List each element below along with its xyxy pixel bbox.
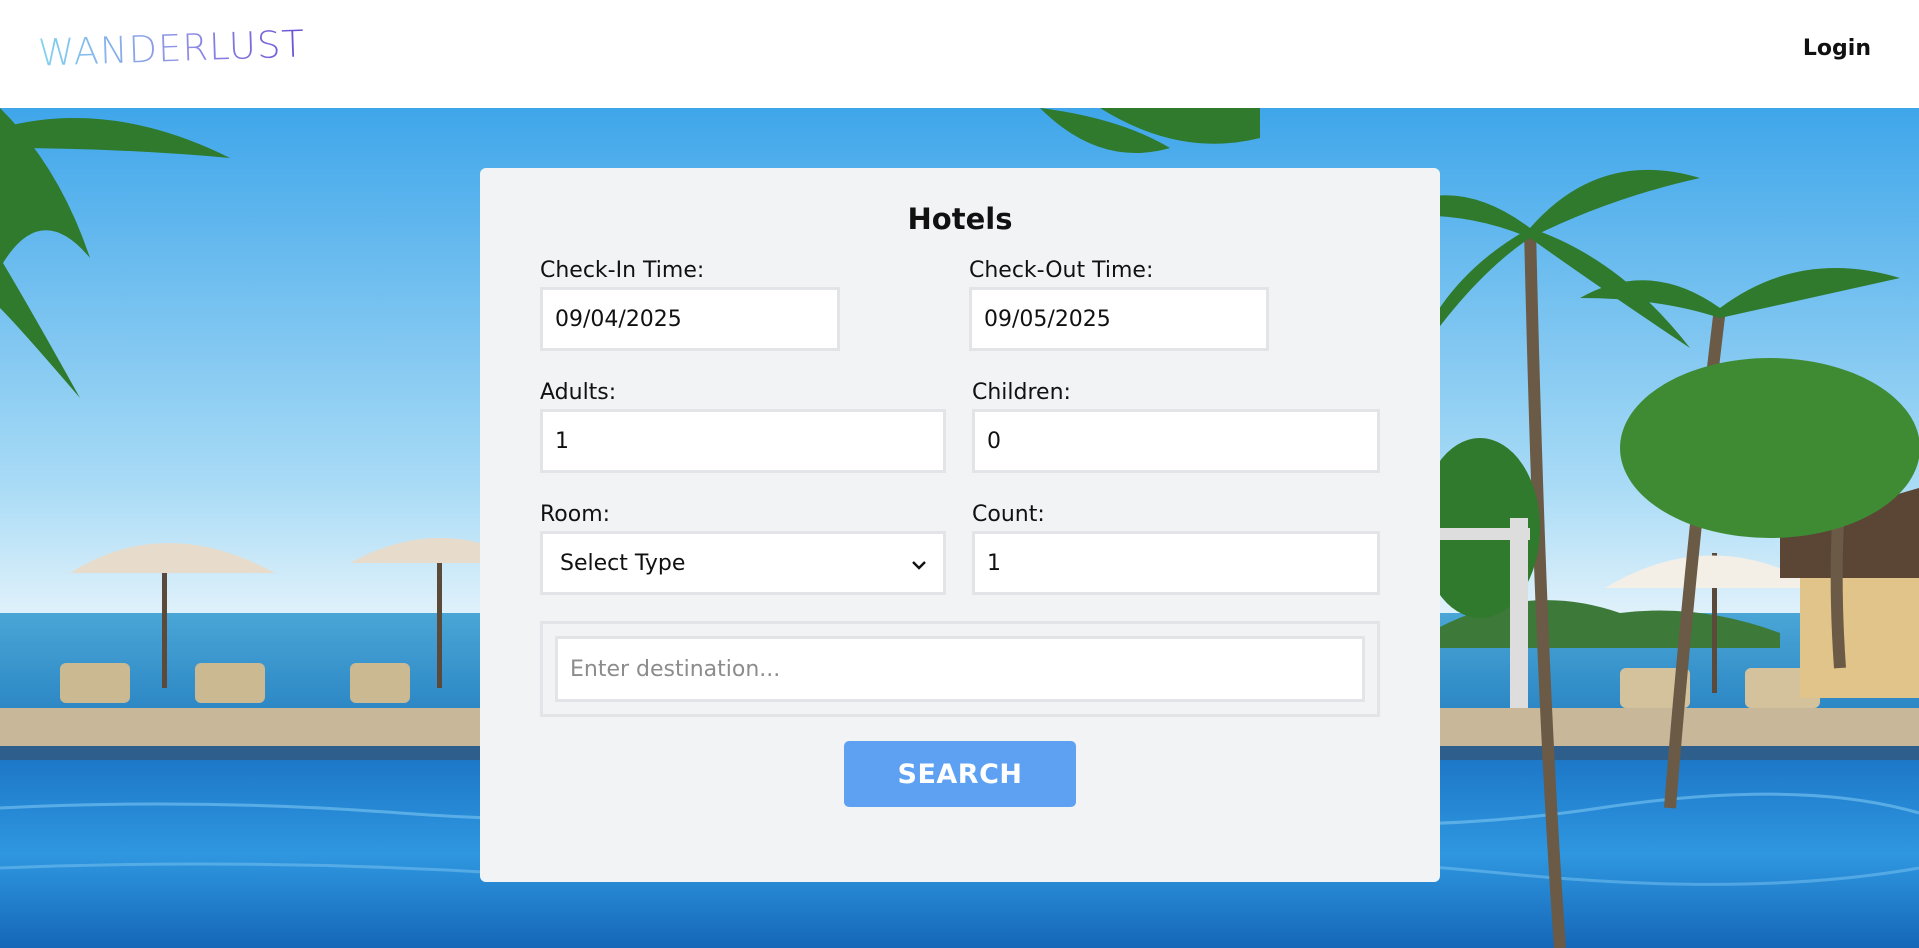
check-in-label: Check-In Time: — [540, 258, 705, 283]
check-in-field: Check-In Time: — [540, 258, 840, 351]
destination-container — [540, 621, 1380, 717]
count-field: Count: — [972, 502, 1380, 595]
login-link[interactable]: Login — [1803, 36, 1871, 61]
room-type-select[interactable]: Select Type — [540, 531, 946, 595]
room-label: Room: — [540, 502, 611, 527]
card-title: Hotels — [907, 202, 1013, 236]
search-button[interactable]: SEARCH — [844, 741, 1076, 807]
adults-label: Adults: — [540, 380, 617, 405]
check-out-field: Check-Out Time: — [969, 258, 1269, 351]
adults-input[interactable] — [540, 409, 946, 473]
count-label: Count: — [972, 502, 1045, 527]
room-row: Room: Select Type Count: — [540, 502, 1380, 595]
count-input[interactable] — [972, 531, 1380, 595]
check-out-input[interactable] — [969, 287, 1269, 351]
chevron-down-icon — [911, 551, 927, 576]
dates-row: Check-In Time: Check-Out Time: — [540, 258, 1380, 351]
check-out-label: Check-Out Time: — [969, 258, 1154, 283]
destination-input[interactable] — [555, 636, 1365, 702]
hotel-search-card: Hotels Check-In Time: Check-Out Time: Ad… — [480, 168, 1440, 882]
room-field: Room: Select Type — [540, 502, 946, 595]
children-field: Children: — [972, 380, 1380, 473]
site-logo[interactable]: WANDERLUST — [37, 22, 305, 74]
children-input[interactable] — [972, 409, 1380, 473]
check-in-input[interactable] — [540, 287, 840, 351]
children-label: Children: — [972, 380, 1071, 405]
room-type-selected: Select Type — [560, 550, 686, 576]
button-row: SEARCH — [540, 741, 1380, 807]
top-nav: WANDERLUST Login — [0, 0, 1919, 108]
guests-row: Adults: Children: — [540, 380, 1380, 473]
adults-field: Adults: — [540, 380, 946, 473]
